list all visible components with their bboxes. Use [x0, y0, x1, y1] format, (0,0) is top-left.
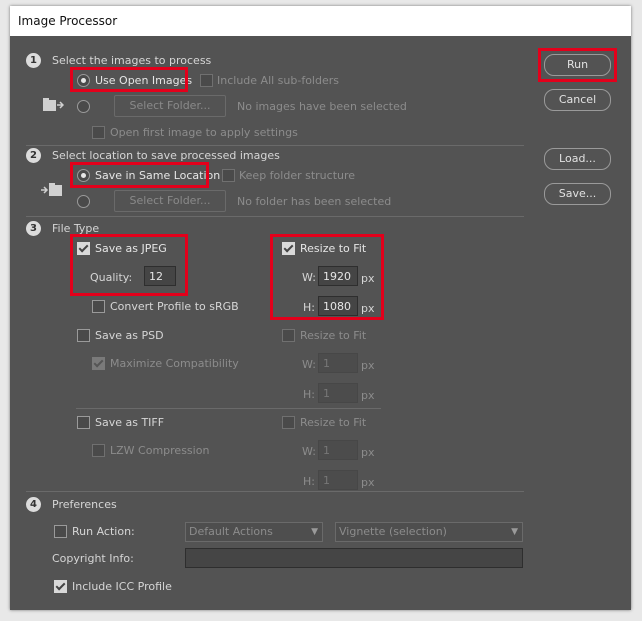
include-subfolders-label: Include All sub-folders	[217, 74, 339, 87]
lzw-compression-label: LZW Compression	[110, 444, 210, 457]
tiff-width-input[interactable]: 1	[318, 440, 358, 460]
tiff-width-label: W:	[302, 445, 316, 458]
psd-resize-label: Resize to Fit	[300, 329, 367, 342]
psd-width-label: W:	[302, 358, 316, 371]
psd-height-input[interactable]: 1	[318, 383, 358, 403]
psd-width-input[interactable]: 1	[318, 353, 358, 373]
keep-folder-structure-checkbox[interactable]	[222, 169, 235, 182]
maximize-compatibility-checkbox[interactable]	[92, 357, 105, 370]
include-icc-checkbox[interactable]	[54, 580, 67, 593]
step-number-1: 1	[26, 53, 41, 68]
divider	[26, 491, 524, 492]
select-folder-radio-2[interactable]	[77, 195, 90, 208]
include-subfolders-checkbox[interactable]	[200, 74, 213, 87]
divider	[76, 408, 381, 409]
chevron-down-icon: ▼	[511, 527, 518, 537]
highlight-use-open-images	[70, 67, 188, 92]
images-folder-status: No images have been selected	[237, 100, 407, 113]
highlight-resize-to-fit	[270, 234, 384, 320]
open-first-image-checkbox[interactable]	[92, 126, 105, 139]
tiff-height-input[interactable]: 1	[318, 470, 358, 490]
psd-height-unit: px	[361, 389, 375, 402]
section4-heading: Preferences	[52, 498, 117, 511]
cancel-button[interactable]: Cancel	[544, 89, 611, 111]
select-folder-radio-1[interactable]	[77, 100, 90, 113]
save-as-psd-label: Save as PSD	[95, 329, 164, 342]
save-as-tiff-label: Save as TIFF	[95, 416, 165, 429]
open-first-image-label: Open first image to apply settings	[110, 126, 298, 139]
save-as-psd-checkbox[interactable]	[77, 329, 90, 342]
action-value: Vignette (selection)	[339, 525, 447, 538]
step-number-4: 4	[26, 497, 41, 512]
psd-resize-checkbox[interactable]	[282, 329, 295, 342]
highlight-run-button	[538, 48, 617, 82]
action-dropdown[interactable]: Vignette (selection) ▼	[335, 522, 523, 542]
save-as-tiff-checkbox[interactable]	[77, 416, 90, 429]
run-action-checkbox[interactable]	[54, 525, 67, 538]
save-folder-icon	[41, 183, 62, 196]
window-title: Image Processor	[18, 14, 118, 28]
maximize-compatibility-label: Maximize Compatibility	[110, 357, 239, 370]
tiff-height-unit: px	[361, 476, 375, 489]
divider	[26, 216, 524, 217]
section1-heading: Select the images to process	[52, 54, 212, 67]
highlight-save-same-location	[70, 162, 209, 188]
title-bar: Image Processor	[10, 6, 631, 36]
copyright-input[interactable]	[185, 548, 523, 568]
tiff-resize-label: Resize to Fit	[300, 416, 367, 429]
select-folder-button-1[interactable]: Select Folder...	[114, 95, 226, 117]
include-icc-label: Include ICC Profile	[72, 580, 172, 593]
psd-height-label: H:	[303, 388, 315, 401]
tiff-resize-checkbox[interactable]	[282, 416, 295, 429]
psd-width-unit: px	[361, 359, 375, 372]
step-number-2: 2	[26, 148, 41, 163]
lzw-compression-checkbox[interactable]	[92, 444, 105, 457]
tiff-height-label: H:	[303, 475, 315, 488]
section2-heading: Select location to save processed images	[52, 149, 280, 162]
save-folder-status: No folder has been selected	[237, 195, 392, 208]
tiff-width-unit: px	[361, 446, 375, 459]
convert-profile-checkbox[interactable]	[92, 300, 105, 313]
divider	[26, 145, 524, 146]
highlight-save-as-jpeg	[70, 234, 188, 296]
load-button[interactable]: Load...	[544, 148, 611, 170]
chevron-down-icon: ▼	[311, 527, 318, 537]
convert-profile-label: Convert Profile to sRGB	[110, 300, 239, 313]
select-folder-button-2[interactable]: Select Folder...	[114, 190, 226, 212]
action-set-dropdown[interactable]: Default Actions ▼	[185, 522, 323, 542]
image-processor-dialog: Image Processor 1 Select the images to p…	[10, 6, 631, 610]
folder-arrow-icon	[43, 98, 64, 111]
run-action-label: Run Action:	[72, 525, 135, 538]
step-number-3: 3	[26, 221, 41, 236]
save-settings-button[interactable]: Save...	[544, 183, 611, 205]
copyright-label: Copyright Info:	[52, 552, 134, 565]
action-set-value: Default Actions	[189, 525, 273, 538]
keep-folder-structure-label: Keep folder structure	[239, 169, 356, 182]
